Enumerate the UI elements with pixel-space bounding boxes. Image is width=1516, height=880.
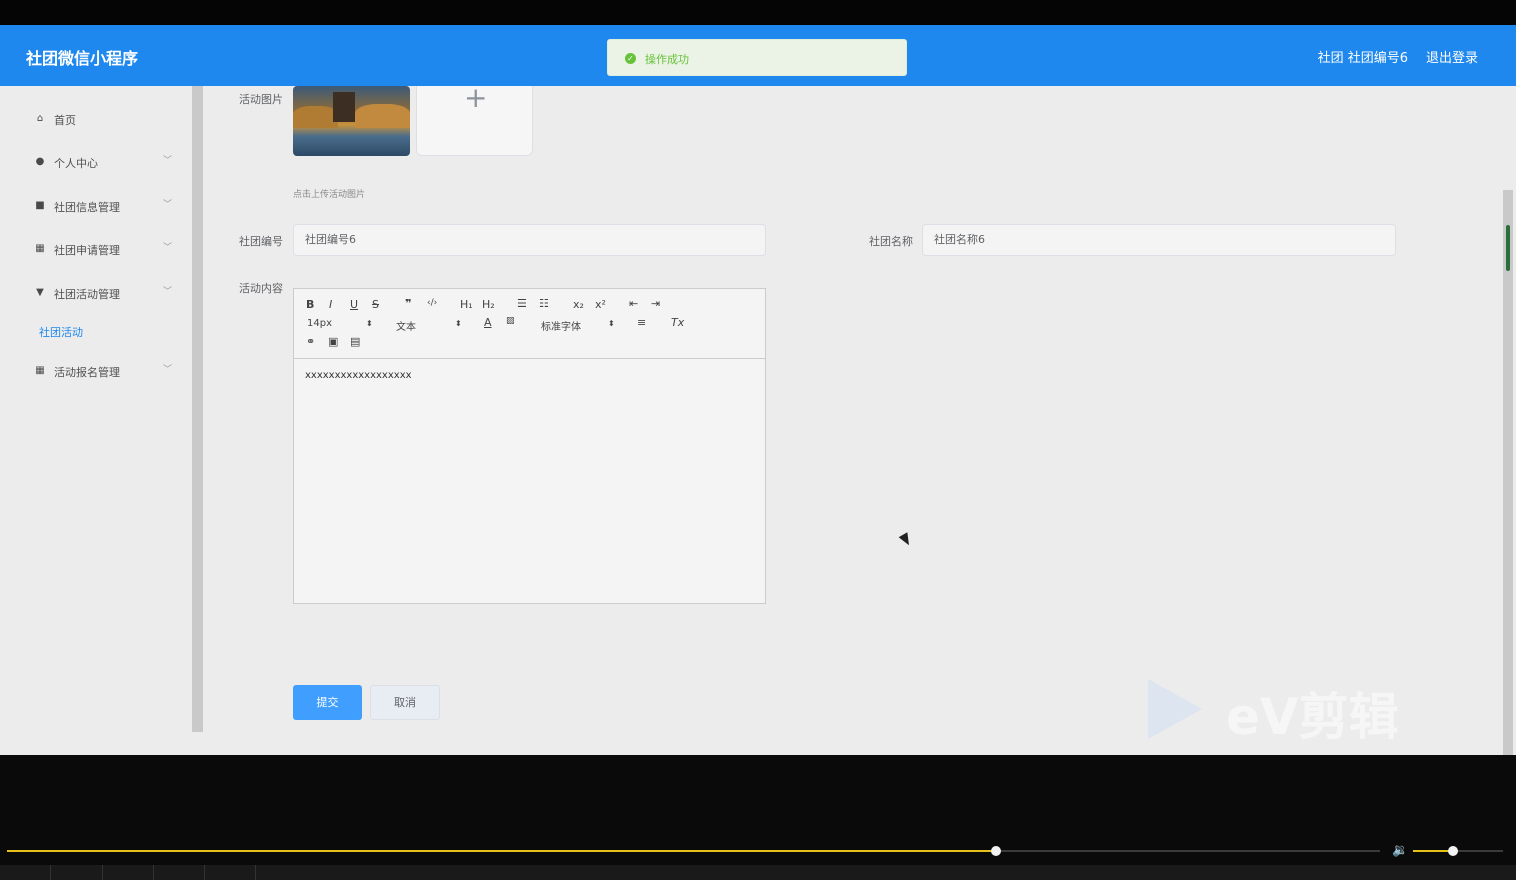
sort-caret-icon: ⬍	[608, 319, 615, 328]
flag-icon: ▼	[36, 287, 44, 298]
sidebar-item-label: 社团信息管理	[54, 201, 120, 214]
sidebar-scrollbar[interactable]	[192, 86, 203, 732]
chevron-down-icon: ﹀	[163, 243, 173, 253]
club-name-field[interactable]: 社团名称6	[922, 224, 1396, 256]
club-name-label: 社团名称	[869, 235, 913, 248]
volume-level	[1413, 850, 1453, 852]
sidebar-item-label: 活动报名管理	[54, 366, 120, 379]
seek-progress	[7, 850, 996, 852]
bold-icon[interactable]: B	[306, 298, 314, 311]
video-icon[interactable]: ▤	[350, 335, 360, 348]
sidebar-item-club-info[interactable]: ■ 社团信息管理 ﹀	[0, 187, 192, 227]
align-icon[interactable]: ≡	[637, 316, 646, 329]
superscript-icon[interactable]: x²	[595, 298, 606, 311]
sidebar-item-registration[interactable]: ▦ 活动报名管理 ﹀	[0, 352, 192, 392]
app-window: 社团微信小程序 社团 社团编号6 退出登录 ✓ 操作成功 ⌂ 首页 ● 个人中心…	[0, 25, 1516, 755]
link-icon[interactable]: ⚭	[306, 335, 315, 348]
image-icon[interactable]: ▣	[328, 335, 338, 348]
editor-toolbar: B I U S ❞ ‹/› H₁ H₂ ☰ ☷ x₂ x² ⇤ ⇥ 14px ⬍…	[294, 289, 765, 359]
image-label: 活动图片	[239, 93, 283, 106]
sidebar-item-club-apply[interactable]: ▦ 社团申请管理 ﹀	[0, 230, 192, 270]
success-toast: ✓ 操作成功	[607, 39, 907, 76]
sidebar-item-label: 首页	[54, 114, 76, 127]
play-logo-icon	[1148, 679, 1202, 739]
seek-handle[interactable]	[991, 846, 1001, 856]
video-player-bar: 🔉	[0, 755, 1516, 880]
current-user: 社团 社团编号6	[1317, 51, 1408, 66]
check-circle-icon: ✓	[625, 53, 636, 64]
plus-icon: +	[464, 81, 488, 114]
font-family-select[interactable]: 标准字体	[541, 318, 581, 333]
top-black-bar	[0, 0, 1516, 25]
scroll-position-marker	[1506, 225, 1510, 271]
font-color-icon[interactable]: A	[484, 316, 492, 329]
subscript-icon[interactable]: x₂	[573, 298, 584, 311]
code-icon[interactable]: ‹/›	[427, 298, 437, 308]
strikethrough-icon[interactable]: S	[372, 298, 379, 311]
indent-icon[interactable]: ⇥	[651, 297, 660, 310]
sidebar-item-home[interactable]: ⌂ 首页	[0, 100, 192, 140]
activity-image-thumbnail[interactable]	[293, 86, 410, 156]
underline-icon[interactable]: U	[350, 298, 358, 311]
submit-button[interactable]: 提交	[293, 685, 362, 720]
briefcase-icon: ■	[35, 200, 45, 211]
divider	[102, 865, 103, 880]
bullet-list-icon[interactable]: ☷	[539, 297, 549, 310]
logout-link[interactable]: 退出登录	[1426, 47, 1478, 66]
page-scrollbar-thumb[interactable]	[1503, 190, 1513, 755]
sidebar-item-label: 社团活动管理	[54, 288, 120, 301]
ordered-list-icon[interactable]: ☰	[517, 297, 527, 310]
chevron-down-icon: ﹀	[163, 200, 173, 210]
blockquote-icon[interactable]: ❞	[405, 297, 411, 310]
chevron-down-icon: ﹀	[163, 365, 173, 375]
watermark-text: eV剪辑	[1226, 688, 1399, 746]
grid-icon: ▦	[35, 365, 45, 376]
divider	[153, 865, 154, 880]
thumbnail-trees	[355, 104, 410, 128]
cancel-button[interactable]: 取消	[370, 685, 440, 720]
italic-icon[interactable]: I	[329, 298, 332, 311]
toast-message: 操作成功	[645, 53, 689, 66]
volume-handle[interactable]	[1448, 846, 1458, 856]
watermark: eV剪辑	[1148, 675, 1438, 746]
sidebar-item-profile[interactable]: ● 个人中心 ﹀	[0, 143, 192, 183]
divider	[50, 865, 51, 880]
clear-format-icon[interactable]: Tx	[671, 316, 684, 329]
paragraph-select[interactable]: 文本	[396, 318, 416, 333]
divider	[204, 865, 205, 880]
brand-title: 社团微信小程序	[26, 49, 139, 68]
volume-icon[interactable]: 🔉	[1392, 843, 1408, 858]
rich-text-editor: B I U S ❞ ‹/› H₁ H₂ ☰ ☷ x₂ x² ⇤ ⇥ 14px ⬍…	[293, 288, 766, 604]
content-label: 活动内容	[239, 282, 283, 295]
home-icon: ⌂	[36, 113, 44, 124]
grid-icon: ▦	[35, 243, 45, 254]
sidebar-item-club-activity[interactable]: ▼ 社团活动管理 ﹀	[0, 274, 192, 314]
divider	[255, 865, 256, 880]
thumbnail-trees	[293, 106, 338, 128]
sort-caret-icon: ⬍	[455, 319, 462, 328]
mouse-cursor-icon	[898, 532, 914, 548]
sidebar-item-label: 社团申请管理	[54, 244, 120, 257]
sidebar-subitem-activity[interactable]: 社团活动	[39, 324, 83, 340]
font-size-select[interactable]: 14px	[307, 318, 332, 329]
user-icon: ●	[35, 156, 45, 167]
background-color-icon[interactable]: ▨	[506, 316, 515, 326]
club-no-label: 社团编号	[239, 235, 283, 248]
heading2-icon[interactable]: H₂	[482, 298, 495, 311]
sidebar: ⌂ 首页 ● 个人中心 ﹀ ■ 社团信息管理 ﹀ ▦ 社团申请管理 ﹀ ▼ 社团…	[0, 86, 192, 755]
upload-hint: 点击上传活动图片	[293, 190, 366, 200]
outdent-icon[interactable]: ⇤	[629, 297, 638, 310]
sort-caret-icon: ⬍	[366, 319, 373, 328]
heading1-icon[interactable]: H₁	[460, 298, 473, 311]
bottom-strip	[0, 865, 1516, 880]
sidebar-item-label: 个人中心	[54, 157, 98, 170]
editor-content[interactable]: xxxxxxxxxxxxxxxxxx	[305, 370, 412, 381]
club-no-field[interactable]: 社团编号6	[293, 224, 766, 256]
thumbnail-building	[333, 92, 355, 122]
image-upload-button[interactable]: +	[416, 81, 533, 156]
chevron-down-icon: ﹀	[163, 287, 173, 297]
chevron-down-icon: ﹀	[163, 156, 173, 166]
